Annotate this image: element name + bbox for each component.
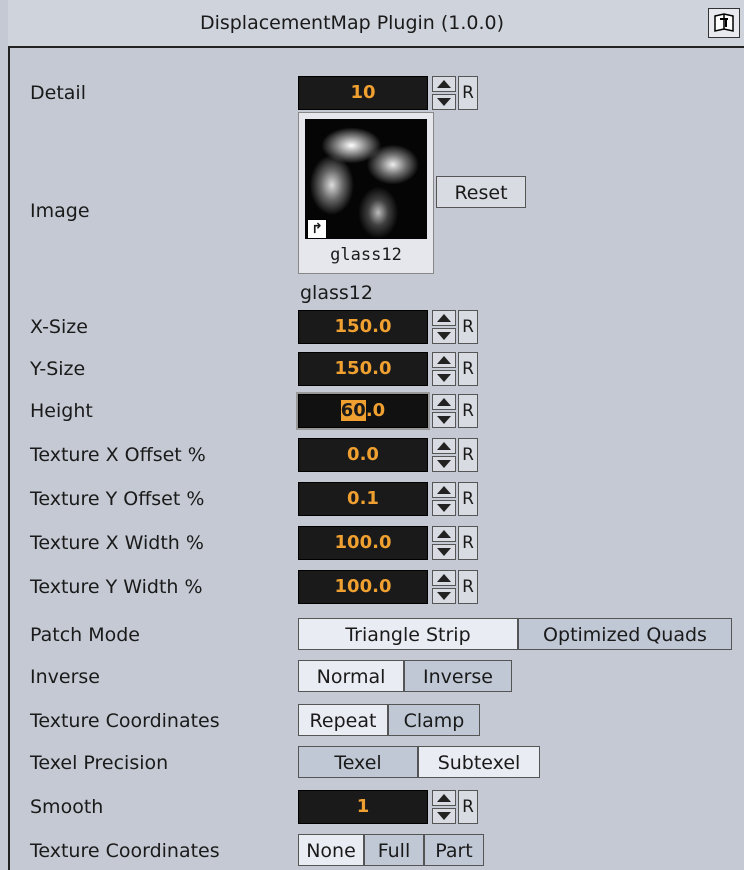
increment-arrow-icon[interactable] [432,310,456,326]
thumbnail-caption: glass12 [330,245,402,265]
increment-arrow-icon[interactable] [432,790,456,806]
image-reset-button[interactable]: Reset [436,176,526,208]
y-size-label: Y-Size [30,358,86,380]
tex-y-offset-reset-button[interactable]: R [458,482,478,516]
texel-precision-subtexel[interactable]: Subtexel [418,746,540,778]
image-name: glass12 [300,282,373,304]
image-label: Image [30,200,90,222]
tex-y-width-field[interactable]: 100.0 [298,570,428,604]
tex-x-offset-reset-button[interactable]: R [458,438,478,472]
smooth-reset-button[interactable]: R [458,790,478,824]
decrement-arrow-icon[interactable] [432,808,456,824]
x-size-reset-button[interactable]: R [458,310,478,344]
tex-x-offset-label: Texture X Offset % [30,444,206,466]
inverse-inverse[interactable]: Inverse [404,660,512,692]
x-size-field[interactable]: 150.0 [298,310,428,344]
increment-arrow-icon[interactable] [432,482,456,498]
texture-coordinates-label: Texture Coordinates [30,710,220,732]
texture-coordinates-none[interactable]: None [298,834,364,866]
x-size-label: X-Size [30,316,88,338]
link-arrow-icon[interactable]: ↱ [307,219,327,239]
decrement-arrow-icon[interactable] [432,94,456,110]
decrement-arrow-icon[interactable] [432,588,456,604]
plugin-header: DisplacementMap Plugin (1.0.0) [8,0,744,48]
texture-coordinates-clamp[interactable]: Clamp [388,704,480,736]
y-size-field[interactable]: 150.0 [298,352,428,386]
decrement-arrow-icon[interactable] [432,456,456,472]
x-size-spinner[interactable] [432,310,456,344]
height-rest-text: .0 [365,400,386,421]
detail-field[interactable]: 10 [298,76,428,110]
detail-reset-button[interactable]: R [458,76,478,110]
tex-y-width-reset-button[interactable]: R [458,570,478,604]
patch-mode-triangle-strip[interactable]: Triangle Strip [298,618,518,650]
texture-coordinates-repeat[interactable]: Repeat [298,704,388,736]
tex-x-width-reset-button[interactable]: R [458,526,478,560]
decrement-arrow-icon[interactable] [432,544,456,560]
decrement-arrow-icon[interactable] [432,370,456,386]
tex-y-width-label: Texture Y Width % [30,576,203,598]
texel-precision-label: Texel Precision [30,752,169,774]
height-label: Height [30,400,93,422]
help-book-icon[interactable] [708,8,740,38]
patch-mode-optimized-quads[interactable]: Optimized Quads [518,618,732,650]
texture-coordinates-mode-label: Texture Coordinates [30,840,220,862]
plugin-panel: Detail 10 R Image ↱ glass12 Reset glass1… [8,48,744,870]
texture-coordinates-part[interactable]: Part [424,834,484,866]
decrement-arrow-icon[interactable] [432,328,456,344]
decrement-arrow-icon[interactable] [432,500,456,516]
increment-arrow-icon[interactable] [432,76,456,92]
tex-y-width-spinner[interactable] [432,570,456,604]
height-reset-button[interactable]: R [458,394,478,428]
increment-arrow-icon[interactable] [432,394,456,410]
tex-y-offset-label: Texture Y Offset % [30,488,205,510]
texel-precision-texel[interactable]: Texel [298,746,418,778]
smooth-spinner[interactable] [432,790,456,824]
inverse-label: Inverse [30,666,100,688]
increment-arrow-icon[interactable] [432,570,456,586]
decrement-arrow-icon[interactable] [432,412,456,428]
patch-mode-label: Patch Mode [30,624,140,646]
detail-spinner[interactable] [432,76,456,110]
image-thumbnail[interactable]: ↱ glass12 [298,112,434,274]
plugin-title: DisplacementMap Plugin (1.0.0) [199,12,505,34]
tex-x-width-spinner[interactable] [432,526,456,560]
increment-arrow-icon[interactable] [432,526,456,542]
tex-y-offset-spinner[interactable] [432,482,456,516]
tex-x-offset-spinner[interactable] [432,438,456,472]
height-field[interactable]: 60.0 [296,392,430,430]
increment-arrow-icon[interactable] [432,438,456,454]
y-size-spinner[interactable] [432,352,456,386]
inverse-normal[interactable]: Normal [298,660,404,692]
height-selected-text: 60 [340,400,366,421]
detail-label: Detail [30,82,86,104]
smooth-label: Smooth [30,796,104,818]
increment-arrow-icon[interactable] [432,352,456,368]
tex-x-offset-field[interactable]: 0.0 [298,438,428,472]
tex-y-offset-field[interactable]: 0.1 [298,482,428,516]
tex-x-width-field[interactable]: 100.0 [298,526,428,560]
texture-coordinates-full[interactable]: Full [364,834,424,866]
height-spinner[interactable] [432,394,456,428]
y-size-reset-button[interactable]: R [458,352,478,386]
tex-x-width-label: Texture X Width % [30,532,204,554]
smooth-field[interactable]: 1 [298,790,428,824]
